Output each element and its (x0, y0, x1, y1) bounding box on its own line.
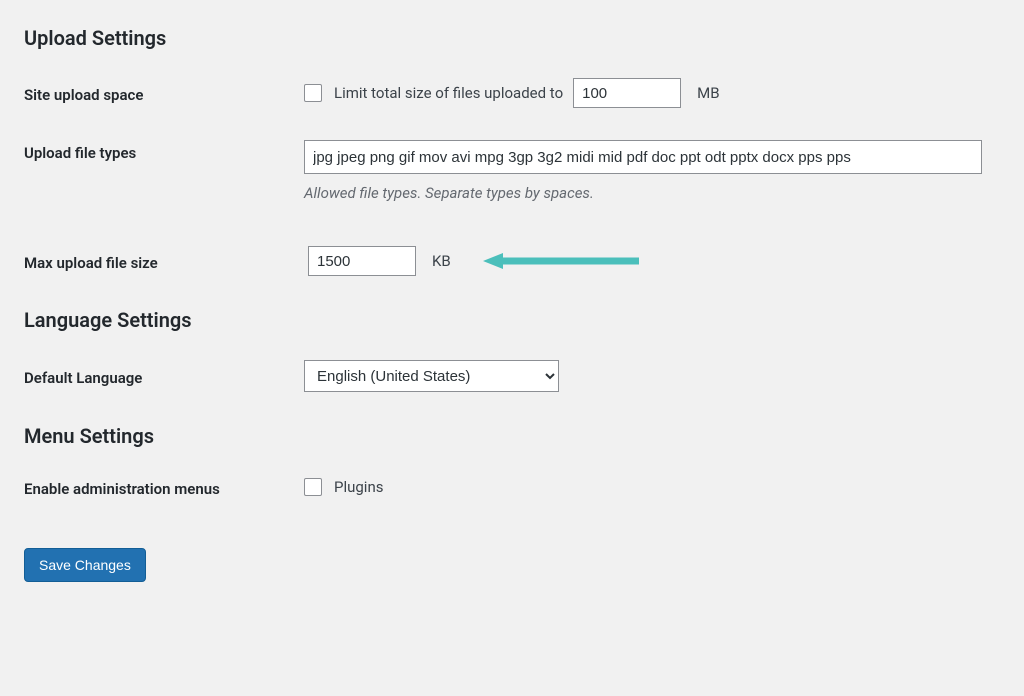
upload-file-types-row: Upload file types Allowed file types. Se… (24, 140, 1000, 202)
max-upload-size-row: Max upload file size KB (24, 246, 1000, 276)
default-language-label: Default Language (24, 365, 304, 387)
save-changes-button[interactable]: Save Changes (24, 548, 146, 582)
max-upload-size-label: Max upload file size (24, 250, 304, 272)
limit-upload-unit: MB (697, 84, 719, 102)
highlight-arrow-icon (481, 251, 641, 271)
limit-upload-label: Limit total size of files uploaded to (334, 84, 563, 102)
default-language-row: Default Language English (United States) (24, 360, 1000, 392)
site-upload-space-label: Site upload space (24, 82, 304, 104)
menu-settings-heading: Menu Settings (24, 424, 1000, 448)
upload-file-types-description: Allowed file types. Separate types by sp… (304, 184, 1000, 202)
site-upload-space-row: Site upload space Limit total size of fi… (24, 78, 1000, 108)
limit-upload-value-input[interactable] (573, 78, 681, 108)
plugins-checkbox[interactable] (304, 478, 322, 496)
default-language-select[interactable]: English (United States) (304, 360, 559, 392)
plugins-checkbox-label: Plugins (334, 478, 383, 496)
max-upload-size-unit: KB (432, 252, 451, 270)
enable-admin-menus-row: Enable administration menus Plugins (24, 476, 1000, 498)
max-upload-size-input[interactable] (308, 246, 416, 276)
upload-file-types-label: Upload file types (24, 140, 304, 162)
limit-upload-checkbox[interactable] (304, 84, 322, 102)
upload-settings-heading: Upload Settings (24, 26, 1000, 50)
language-settings-heading: Language Settings (24, 308, 1000, 332)
upload-file-types-input[interactable] (304, 140, 982, 174)
enable-admin-menus-label: Enable administration menus (24, 476, 304, 498)
